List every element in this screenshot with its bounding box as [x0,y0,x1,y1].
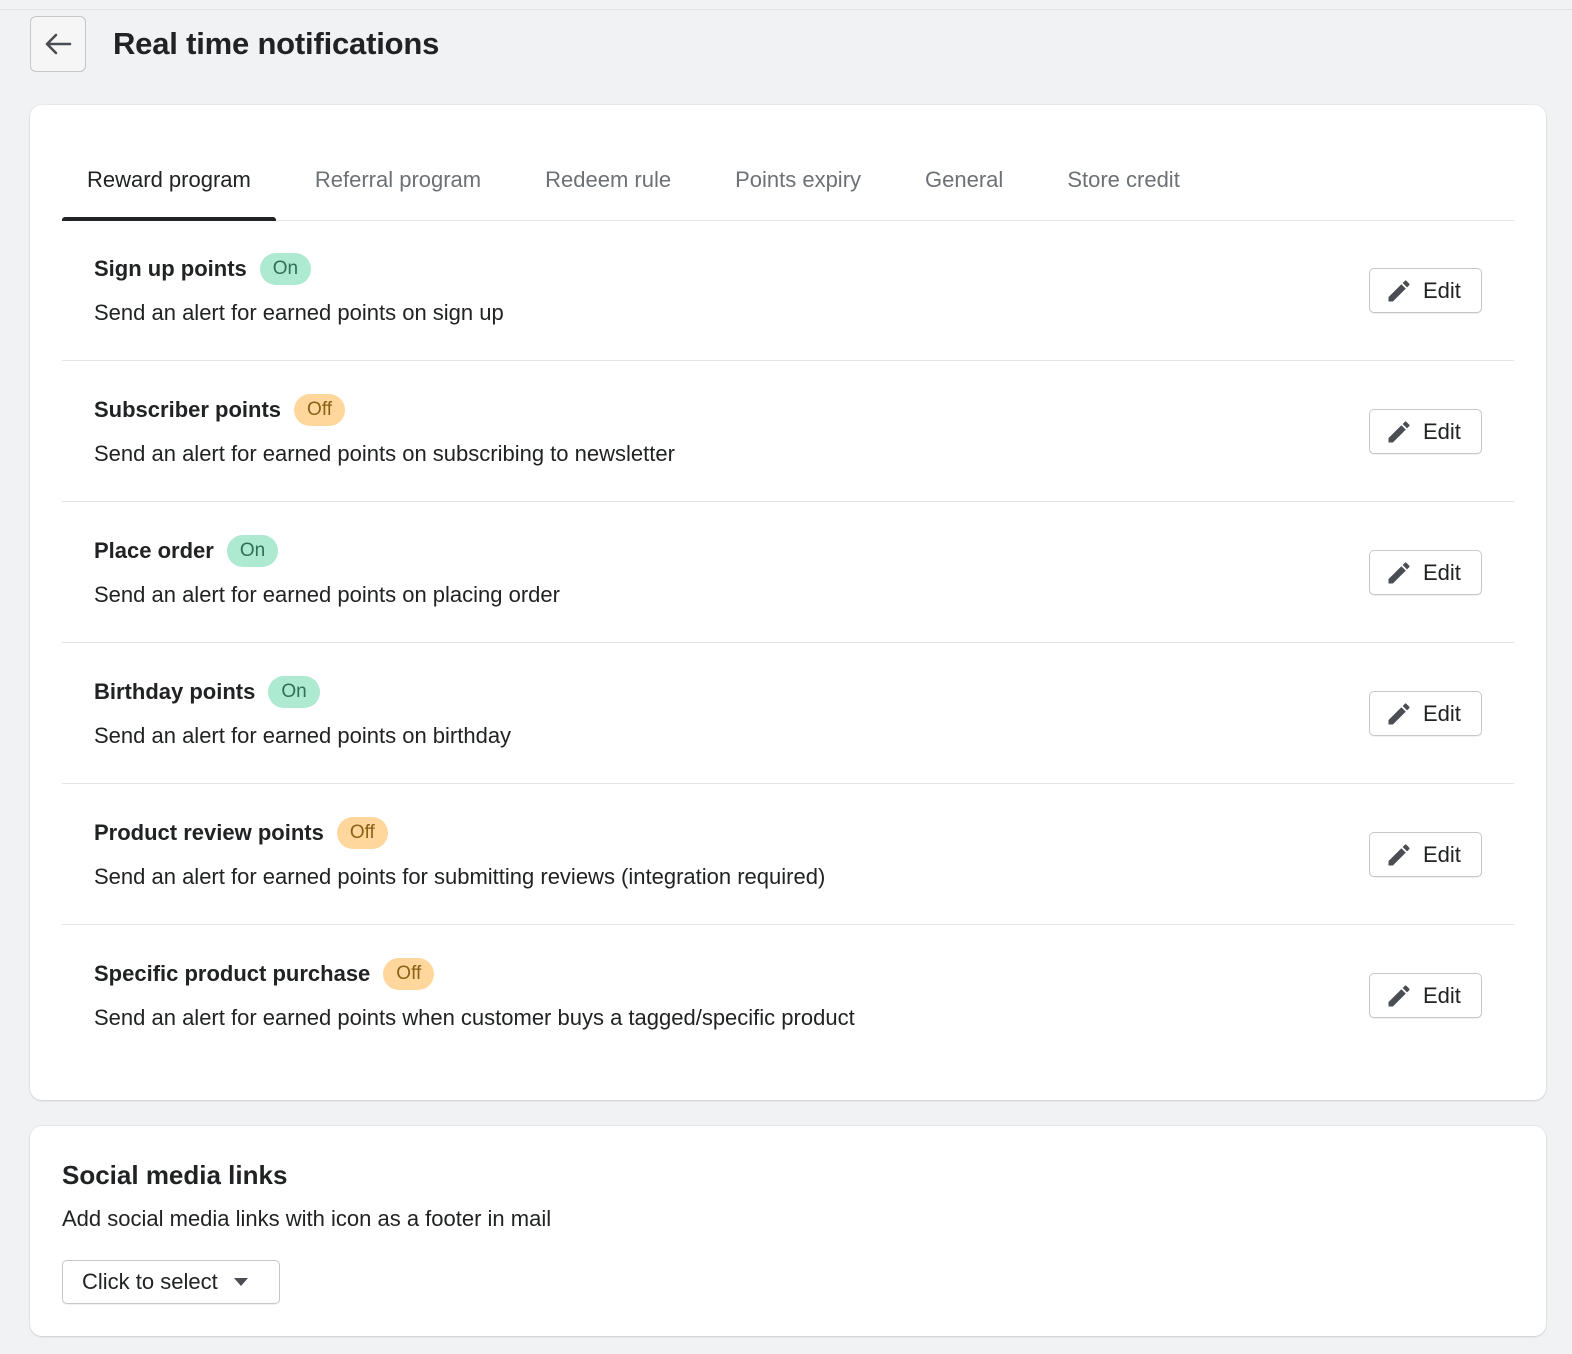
row-header: Subscriber points Off [94,394,346,426]
section-description: Add social media links with icon as a fo… [62,1206,552,1231]
notification-description: Send an alert for earned points on sign … [94,300,504,325]
pencil-icon [1388,279,1410,301]
notification-list: Sign up points On Send an alert for earn… [62,220,1514,1066]
status-badge: On [226,535,279,567]
tab-general[interactable]: General [900,157,1028,207]
notification-description: Send an alert for earned points for subm… [94,864,826,889]
edit-button[interactable]: Edit [1369,832,1482,877]
notification-description: Send an alert for earned points on birth… [94,723,512,748]
section-title: Social media links [62,1160,288,1190]
notification-description: Send an alert for earned points on subsc… [94,441,675,466]
tab-store-credit[interactable]: Store credit [1042,157,1205,207]
row-header: Sign up points On [94,253,312,285]
back-button[interactable] [30,16,86,72]
pencil-icon [1388,420,1410,442]
social-media-card: Social media links Add social media link… [30,1126,1546,1336]
notification-description: Send an alert for earned points on placi… [94,582,560,607]
edit-button[interactable]: Edit [1369,973,1482,1018]
notification-title: Place order [94,538,214,563]
tab-redeem-rule[interactable]: Redeem rule [520,157,696,207]
edit-button[interactable]: Edit [1369,691,1482,736]
status-badge: Off [294,394,346,426]
edit-label: Edit [1423,418,1461,444]
arrow-left-icon [45,33,72,55]
notification-row-specific-product-purchase: Specific product purchase Off Send an al… [62,925,1514,1066]
notification-row-place-order: Place order On Send an alert for earned … [62,502,1514,643]
select-label: Click to select [82,1269,218,1294]
top-divider [0,0,1572,10]
status-badge: On [259,253,312,285]
edit-label: Edit [1423,700,1461,726]
edit-label: Edit [1423,277,1461,303]
edit-button[interactable]: Edit [1369,409,1482,454]
notification-row-subscriber-points: Subscriber points Off Send an alert for … [62,361,1514,502]
edit-button[interactable]: Edit [1369,550,1482,595]
edit-label: Edit [1423,559,1461,585]
notification-row-product-review-points: Product review points Off Send an alert … [62,784,1514,925]
notification-title: Product review points [94,820,324,845]
notifications-card: Reward program Referral program Redeem r… [30,105,1546,1100]
row-header: Product review points Off [94,817,388,849]
tab-referral-program[interactable]: Referral program [290,157,506,207]
notification-title: Subscriber points [94,397,282,422]
pencil-icon [1388,843,1410,865]
social-links-select[interactable]: Click to select [62,1260,280,1304]
edit-label: Edit [1423,841,1461,867]
notification-row-birthday-points: Birthday points On Send an alert for ear… [62,643,1514,784]
notification-title: Specific product purchase [94,961,371,986]
page-header: Real time notifications [30,15,439,73]
notification-title: Birthday points [94,679,256,704]
pencil-icon [1388,561,1410,583]
tab-reward-program[interactable]: Reward program [62,157,276,221]
notification-row-sign-up-points: Sign up points On Send an alert for earn… [62,220,1514,361]
row-header: Birthday points On [94,676,320,708]
pencil-icon [1388,702,1410,724]
status-badge: Off [383,958,435,990]
tab-bar: Reward program Referral program Redeem r… [62,157,1514,221]
notification-description: Send an alert for earned points when cus… [94,1005,855,1030]
tab-points-expiry[interactable]: Points expiry [710,157,886,207]
edit-label: Edit [1423,982,1461,1008]
caret-down-icon [233,1278,248,1286]
row-header: Specific product purchase Off [94,958,435,990]
edit-button[interactable]: Edit [1369,268,1482,313]
status-badge: On [268,676,320,708]
status-badge: Off [336,817,388,849]
row-header: Place order On [94,535,279,567]
notification-title: Sign up points [94,256,247,281]
pencil-icon [1388,984,1410,1006]
page-title: Real time notifications [113,26,440,61]
